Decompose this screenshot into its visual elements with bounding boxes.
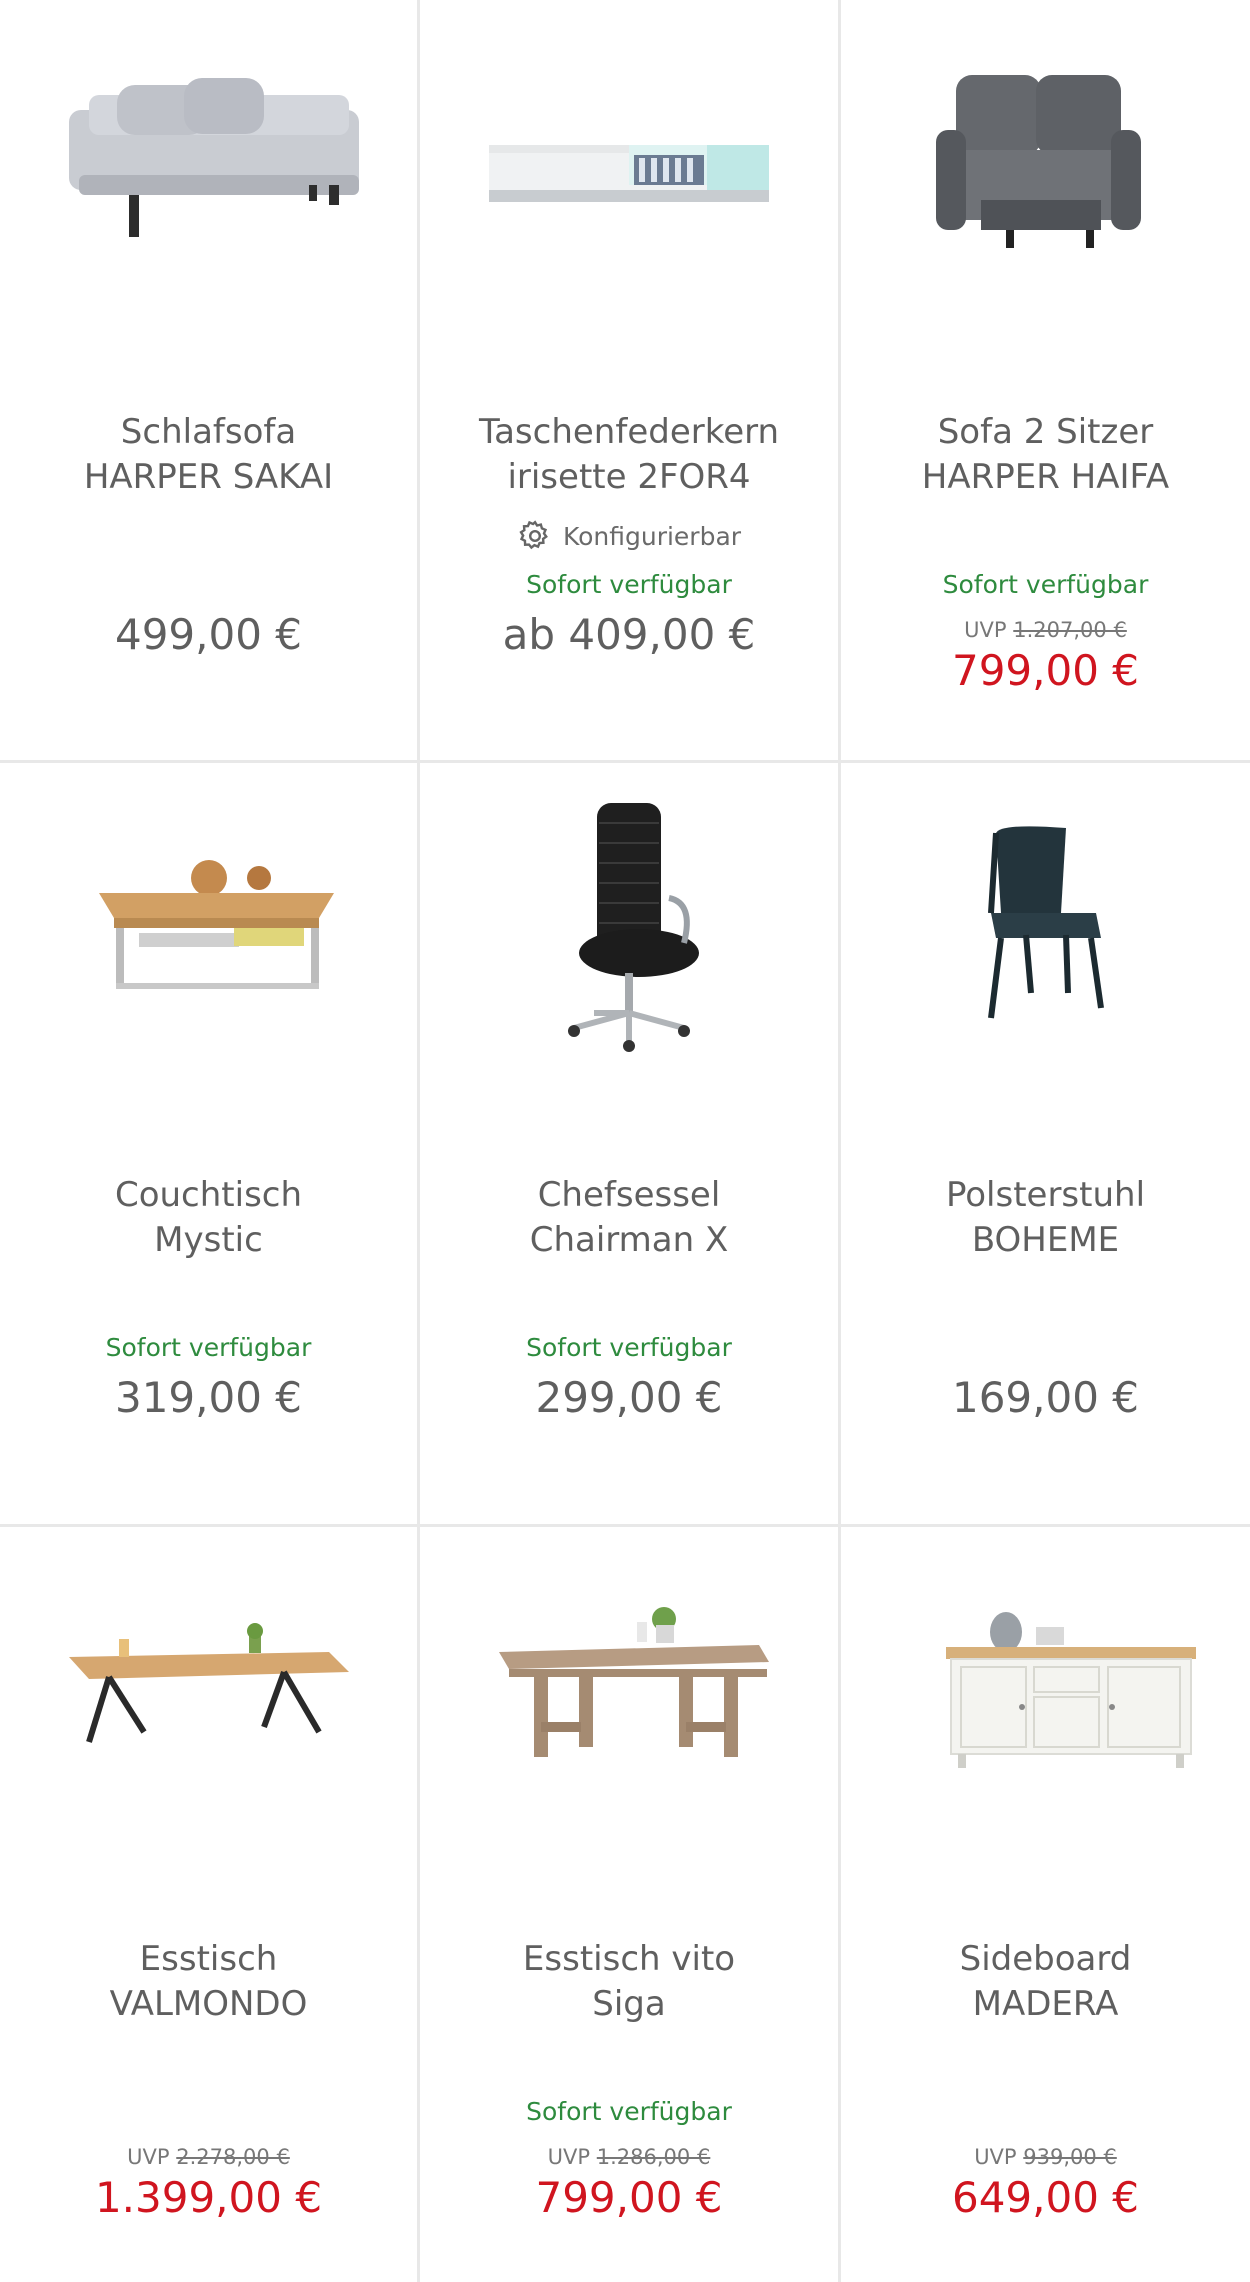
product-grid: Schlafsofa HARPER SAKAI 499,00 € Taschen… <box>0 0 1250 2282</box>
recliner-sofa-icon <box>935 75 1141 248</box>
product-price: 799,00 € <box>951 646 1140 695</box>
uvp-price: UVP 939,00 € <box>841 2145 1250 2169</box>
product-price: ab 409,00 € <box>502 610 756 659</box>
product-title[interactable]: Schlafsofa HARPER SAKAI <box>10 410 407 500</box>
product-card[interactable]: Taschenfederkern irisette 2FOR4 Konfigur… <box>420 0 838 760</box>
availability-status: Sofort verfügbar <box>105 1333 312 1362</box>
sofa-bed-icon <box>68 78 359 237</box>
uvp-label: UVP <box>547 2145 591 2169</box>
availability-status: Sofort verfügbar <box>942 570 1149 599</box>
uvp-original-price: 1.286,00 € <box>596 2145 711 2169</box>
product-card[interactable]: Schlafsofa HARPER SAKAI 499,00 € <box>0 0 417 760</box>
product-price: 649,00 € <box>951 2173 1140 2222</box>
uvp-label: UVP <box>974 2145 1017 2169</box>
coffee-table-icon <box>98 860 334 989</box>
product-image[interactable] <box>0 763 417 1153</box>
product-image[interactable] <box>841 1527 1250 1917</box>
product-price: 169,00 € <box>951 1373 1140 1422</box>
availability-status: Sofort verfügbar <box>526 2097 732 2126</box>
product-card[interactable]: Esstisch VALMONDO UVP 2.278,00 € 1.399,0… <box>0 1527 417 2282</box>
gear-icon <box>519 520 548 550</box>
wooden-table-icon <box>499 1607 769 1757</box>
dining-table-icon <box>68 1623 349 1743</box>
product-image[interactable] <box>0 0 417 390</box>
product-price: 299,00 € <box>535 1373 723 1422</box>
availability-status: Sofort verfügbar <box>526 570 732 599</box>
product-price: 1.399,00 € <box>94 2173 323 2222</box>
product-title[interactable]: Sofa 2 Sitzer HARPER HAIFA <box>851 410 1240 500</box>
product-card[interactable]: Polsterstuhl BOHEME 169,00 € <box>841 763 1250 1524</box>
uvp-original-price: 2.278,00 € <box>176 2145 290 2169</box>
product-title[interactable]: Sideboard MADERA <box>851 1937 1240 2027</box>
product-title[interactable]: Chefsessel Chairman X <box>430 1173 828 1263</box>
dining-chair-icon <box>987 826 1104 1019</box>
product-title[interactable]: Taschenfederkern irisette 2FOR4 <box>430 410 828 500</box>
sideboard-icon <box>945 1612 1196 1768</box>
product-title[interactable]: Polsterstuhl BOHEME <box>851 1173 1240 1263</box>
product-image[interactable] <box>420 763 838 1153</box>
product-title[interactable]: Esstisch VALMONDO <box>10 1937 407 2027</box>
product-image[interactable] <box>841 763 1250 1153</box>
uvp-price: UVP 1.207,00 € <box>841 618 1250 642</box>
product-image[interactable] <box>0 1527 417 1917</box>
office-chair-icon <box>568 803 699 1052</box>
uvp-price: UVP 1.286,00 € <box>420 2145 838 2169</box>
product-card[interactable]: Chefsessel Chairman X Sofort verfügbar 2… <box>420 763 838 1524</box>
uvp-label: UVP <box>964 618 1007 642</box>
availability-status: Sofort verfügbar <box>526 1333 732 1362</box>
product-card[interactable]: Couchtisch Mystic Sofort verfügbar 319,0… <box>0 763 417 1524</box>
uvp-price: UVP 2.278,00 € <box>0 2145 417 2169</box>
product-image[interactable] <box>841 0 1250 390</box>
uvp-original-price: 939,00 € <box>1023 2145 1117 2169</box>
configurable-label: Konfigurierbar <box>562 521 742 551</box>
product-price: 799,00 € <box>535 2173 723 2222</box>
product-price: 499,00 € <box>114 610 303 659</box>
product-title[interactable]: Esstisch vito Siga <box>430 1937 828 2027</box>
product-title[interactable]: Couchtisch Mystic <box>10 1173 407 1263</box>
product-card[interactable]: Sofa 2 Sitzer HARPER HAIFA Sofort verfüg… <box>841 0 1250 760</box>
product-image[interactable] <box>420 0 838 390</box>
mattress-icon <box>489 145 769 202</box>
product-card[interactable]: Sideboard MADERA UVP 939,00 € 649,00 € <box>841 1527 1250 2282</box>
product-image[interactable] <box>420 1527 838 1917</box>
uvp-label: UVP <box>127 2145 170 2169</box>
product-card[interactable]: Esstisch vito Siga Sofort verfügbar UVP … <box>420 1527 838 2282</box>
configurable-badge: Konfigurierbar <box>420 518 838 554</box>
uvp-original-price: 1.207,00 € <box>1013 618 1127 642</box>
product-price: 319,00 € <box>114 1373 303 1422</box>
